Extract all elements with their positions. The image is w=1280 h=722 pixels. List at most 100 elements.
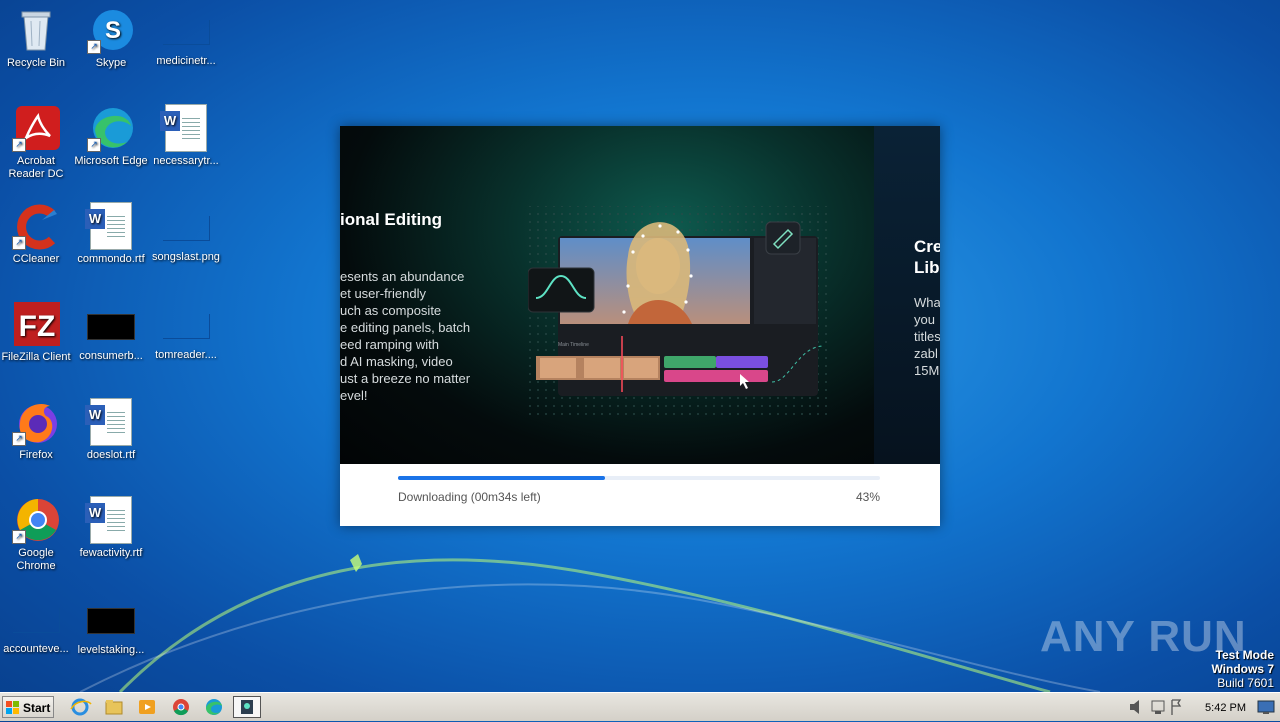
icon-label: commondo.rtf [77,253,145,265]
folder-icon [105,700,123,715]
download-status-text: Downloading (00m34s left) [398,490,541,504]
file-thumbnail-icon [162,20,210,45]
desktop-icon-edge[interactable]: ↗ Microsoft Edge [73,104,149,168]
test-mode-notice: Test Mode Windows 7 Build 7601 [1211,648,1274,690]
taskbar: Start 5:42 PM [0,692,1280,721]
shortcut-arrow-icon: ↗ [87,138,101,152]
desktop-icon-necessarytr[interactable]: W necessarytr... [148,104,224,168]
test-mode-line: Test Mode [1215,648,1274,662]
desktop-icon-songslast[interactable]: songslast.png [148,202,224,264]
desktop-icon-accounteve[interactable]: accounteve... [0,594,74,656]
desktop-icon-tomreader[interactable]: tomreader.... [148,300,224,362]
icon-label: Microsoft Edge [74,155,148,167]
word-document-icon: W [160,104,210,152]
file-thumbnail-icon [12,608,60,633]
icon-label: levelstaking... [77,644,145,656]
download-percent: 43% [855,490,880,504]
icon-label: songslast.png [152,251,220,263]
shortcut-arrow-icon: ↗ [87,40,101,54]
icon-label: accounteve... [3,643,69,655]
progress-bar-fill [398,476,606,480]
taskbar-installer-active[interactable] [233,696,261,718]
file-thumbnail-icon [162,314,210,339]
installer-banner-carousel: ional Editing esents an abundance et use… [340,126,940,464]
start-label: Start [23,701,51,715]
installer-window[interactable]: ional Editing esents an abundance et use… [340,126,940,526]
tray-icons [1130,699,1182,715]
next-slide-body: Wha you titles zabl 15M [914,295,940,378]
editor-mockup-illustration: Main Timeline [528,206,828,416]
recycle-bin-icon [12,6,60,54]
shortcut-arrow-icon: ↗ [12,432,26,446]
system-tray: 5:42 PM [1122,695,1280,719]
desktop-icon-consumerb[interactable]: consumerb... [73,300,149,363]
volume-icon [1130,700,1139,714]
build-line: Build 7601 [1217,676,1274,690]
desktop-icon-filezilla[interactable]: FZ FileZilla Client [0,300,74,364]
filezilla-icon: FZ [12,300,60,348]
file-thumbnail-icon [87,314,135,340]
desktop-icon-commondo[interactable]: W commondo.rtf [73,202,149,266]
desktop-icon-medicinetr[interactable]: medicinetr... [148,6,224,68]
edge-icon: ↗ [87,104,135,152]
taskbar-media-player[interactable] [133,696,161,718]
desktop-icon-recycle-bin[interactable]: Recycle Bin [0,6,74,70]
taskbar-internet-explorer[interactable] [66,696,94,718]
word-document-icon: W [85,202,135,250]
icon-label: Google Chrome [16,547,56,572]
word-document-icon: W [85,398,135,446]
slide-title: ional Editing [340,210,442,229]
icon-label: Skype [95,57,127,69]
firefox-icon: ↗ [12,398,60,446]
shortcut-arrow-icon: ↗ [12,236,26,250]
desktop-icon-acrobat[interactable]: ↗ Acrobat Reader DC [0,104,74,181]
acrobat-icon: ↗ [12,104,60,152]
desktop-icon-levelstaking[interactable]: levelstaking... [73,594,149,657]
edge-icon [206,699,222,715]
shortcut-arrow-icon: ↗ [12,138,26,152]
taskbar-chrome[interactable] [167,696,195,718]
desktop-icon-chrome[interactable]: ↗ Google Chrome [0,496,74,573]
start-button[interactable]: Start [2,696,54,718]
chrome-icon: ↗ [12,496,60,544]
taskbar-file-explorer[interactable] [100,696,128,718]
windows-version-line: Windows 7 [1211,662,1274,676]
chrome-icon [173,699,189,716]
icon-label: medicinetr... [156,55,216,67]
desktop-icon-doeslot[interactable]: W doeslot.rtf [73,398,149,462]
icon-label: CCleaner [12,253,60,265]
windows-logo-icon [6,701,19,714]
media-player-icon [139,700,155,714]
ccleaner-icon: ↗ [12,202,60,250]
slide-body: esents an abundance et user-friendly uch… [340,269,471,403]
svg-text:S: S [105,17,121,44]
timeline-label: Main Timeline [558,342,589,348]
icon-label: Recycle Bin [6,57,66,69]
icon-label: Acrobat Reader DC [8,155,64,180]
shortcut-arrow-icon: ↗ [12,530,26,544]
taskbar-edge[interactable] [200,696,228,718]
internet-explorer-icon [70,698,92,716]
desktop-icon-fewactivity[interactable]: W fewactivity.rtf [73,496,149,560]
icon-label: doeslot.rtf [86,449,136,461]
taskbar-clock[interactable]: 5:42 PM [1205,702,1246,714]
next-slide-title: Cre Lib [914,237,940,277]
word-document-icon: W [85,496,135,544]
icon-label: consumerb... [79,350,143,362]
file-thumbnail-icon [87,608,135,634]
progress-bar [398,476,880,480]
download-progress-section: Downloading (00m34s left) 43% [340,464,940,526]
monitor-icon [1257,700,1275,714]
icon-label: tomreader.... [155,349,217,361]
show-desktop-button[interactable] [1256,698,1276,716]
desktop-icon-ccleaner[interactable]: ↗ CCleaner [0,202,74,266]
file-thumbnail-icon [162,216,210,241]
icon-label: fewactivity.rtf [79,547,143,559]
icon-label: Firefox [19,449,53,461]
icon-label: necessarytr... [153,155,219,167]
desktop-icon-firefox[interactable]: ↗ Firefox [0,398,74,462]
desktop-icon-skype[interactable]: S ↗ Skype [73,6,149,70]
svg-text:FZ: FZ [19,310,56,343]
icon-label: FileZilla Client [1,351,71,363]
skype-icon: S ↗ [87,6,135,54]
